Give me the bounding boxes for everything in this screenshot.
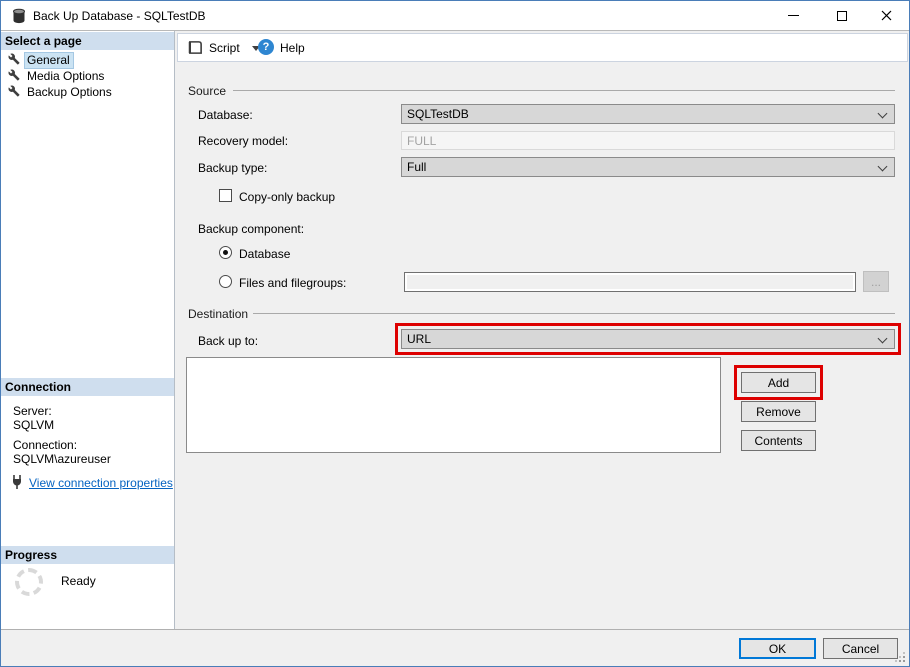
toolbar: Script Help [177, 33, 908, 62]
minimize-button[interactable] [771, 1, 816, 30]
chevron-down-icon [878, 109, 888, 119]
back-up-to-dropdown[interactable]: URL [401, 329, 895, 349]
contents-button-label: Contents [754, 434, 802, 448]
title-bar: Back Up Database - SQLTestDB [1, 1, 909, 31]
chevron-down-icon [878, 162, 888, 172]
sidebar-item-label: Media Options [25, 69, 107, 84]
files-and-filegroups-label: Files and filegroups: [239, 276, 346, 290]
browse-button[interactable]: ... [863, 271, 889, 292]
source-section-title: Source [188, 84, 226, 98]
remove-button[interactable]: Remove [741, 401, 816, 422]
connection-header: Connection [1, 378, 174, 396]
browse-button-label: ... [871, 275, 881, 289]
chevron-down-icon [878, 334, 888, 344]
files-and-filegroups-radio[interactable] [219, 275, 232, 288]
help-label: Help [280, 41, 305, 55]
sidebar: Select a page General Media Options Back… [1, 31, 175, 629]
close-button[interactable] [864, 1, 909, 30]
wrench-icon [8, 69, 20, 81]
backup-type-label: Backup type: [198, 161, 267, 175]
backup-type-dropdown-value: Full [407, 160, 426, 174]
ok-button-label: OK [769, 642, 786, 656]
window-title: Back Up Database - SQLTestDB [33, 9, 206, 23]
recovery-model-value: FULL [407, 134, 436, 148]
cancel-button[interactable]: Cancel [823, 638, 898, 659]
sidebar-item-label: General [25, 53, 73, 68]
connection-properties-icon [9, 474, 25, 490]
remove-button-label: Remove [756, 405, 801, 419]
footer-divider [1, 629, 909, 630]
sidebar-item-general[interactable]: General [1, 52, 174, 68]
wrench-icon [8, 85, 20, 97]
wrench-icon [8, 53, 20, 65]
help-button[interactable]: Help [254, 34, 314, 61]
source-divider [233, 90, 895, 91]
minimize-icon [788, 15, 799, 16]
cancel-button-label: Cancel [842, 642, 879, 656]
view-connection-properties-link[interactable]: View connection properties [29, 476, 173, 490]
copy-only-backup-checkbox[interactable] [219, 189, 232, 202]
add-button-label: Add [768, 376, 789, 390]
help-icon [258, 39, 274, 55]
contents-button[interactable]: Contents [741, 430, 816, 451]
destination-divider [253, 313, 895, 314]
server-value: SQLVM [13, 418, 54, 432]
sidebar-item-media-options[interactable]: Media Options [1, 68, 174, 84]
select-a-page-header: Select a page [1, 32, 174, 50]
resize-grip[interactable] [903, 660, 905, 662]
connection-label: Connection: [13, 438, 77, 452]
copy-only-backup-label: Copy-only backup [239, 190, 335, 204]
database-radio-label: Database [239, 247, 290, 261]
progress-spinner-icon [15, 568, 43, 596]
files-and-filegroups-input[interactable] [404, 272, 856, 292]
sidebar-item-label: Backup Options [25, 85, 115, 100]
destination-section-title: Destination [188, 307, 248, 321]
maximize-button[interactable] [819, 1, 864, 30]
connection-value: SQLVM\azureuser [13, 452, 111, 466]
backup-type-dropdown[interactable]: Full [401, 157, 895, 177]
backup-component-label: Backup component: [198, 222, 304, 236]
progress-header: Progress [1, 546, 174, 564]
database-dropdown-value: SQLTestDB [407, 107, 469, 121]
script-button[interactable]: Script [188, 34, 260, 61]
backup-database-dialog: Back Up Database - SQLTestDB Select a pa… [0, 0, 910, 667]
database-dropdown[interactable]: SQLTestDB [401, 104, 895, 124]
add-button[interactable]: Add [741, 372, 816, 393]
close-icon [881, 10, 892, 21]
script-label: Script [209, 41, 240, 55]
database-radio[interactable] [219, 246, 232, 259]
recovery-model-field: FULL [401, 131, 895, 150]
recovery-model-label: Recovery model: [198, 134, 288, 148]
maximize-icon [837, 11, 847, 21]
database-label: Database: [198, 108, 253, 122]
destination-list[interactable] [186, 357, 721, 453]
ok-button[interactable]: OK [739, 638, 816, 659]
sidebar-item-backup-options[interactable]: Backup Options [1, 84, 174, 100]
progress-status: Ready [61, 574, 96, 588]
server-label: Server: [13, 404, 52, 418]
database-icon [11, 8, 27, 24]
back-up-to-label: Back up to: [198, 334, 258, 348]
back-up-to-dropdown-value: URL [407, 332, 431, 346]
script-icon [188, 40, 203, 55]
